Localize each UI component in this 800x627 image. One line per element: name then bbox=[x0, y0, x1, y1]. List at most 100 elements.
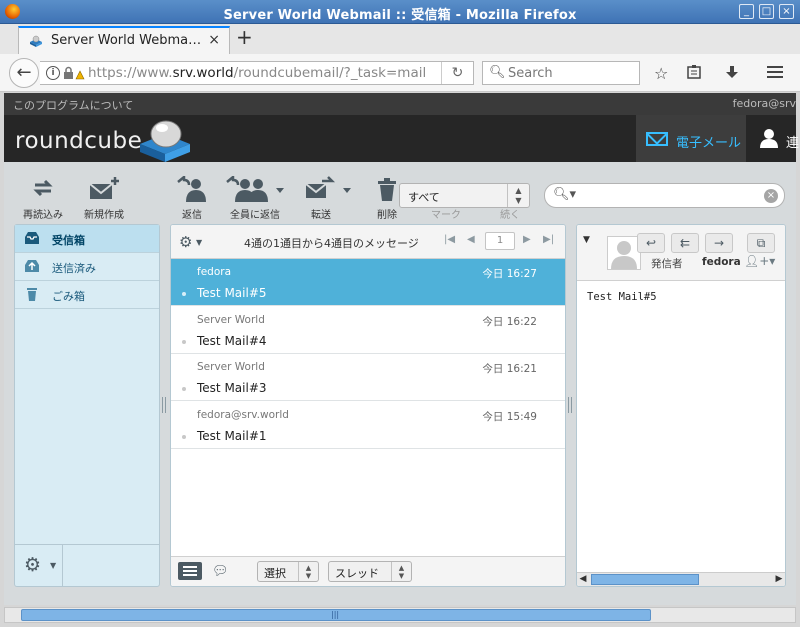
reply-icon[interactable]: ↩ bbox=[637, 233, 665, 253]
reply-button[interactable]: 返信 bbox=[172, 174, 212, 221]
search-icon: 🔍︎ bbox=[489, 65, 506, 80]
scroll-grip-icon: ||| bbox=[331, 610, 340, 619]
close-icon[interactable]: × bbox=[779, 4, 794, 19]
scroll-right-icon[interactable]: ▶ bbox=[773, 573, 785, 586]
folder-sent[interactable]: 送信済み bbox=[15, 253, 159, 281]
back-button[interactable]: ← bbox=[9, 58, 39, 88]
reading-list-icon[interactable] bbox=[686, 64, 702, 84]
delete-button[interactable]: 削除 bbox=[372, 176, 402, 221]
person-icon bbox=[760, 129, 778, 148]
message-row[interactable]: fedora 今日 16:27 Test Mail#5 bbox=[171, 259, 565, 306]
read-status-icon[interactable] bbox=[182, 292, 186, 296]
mail-search-input[interactable]: 🔍︎▾ × bbox=[544, 183, 785, 208]
folder-trash[interactable]: ごみ箱 bbox=[15, 281, 159, 309]
page-number-input[interactable]: 1 bbox=[485, 232, 515, 250]
thread-menu[interactable]: スレッド ▲ ▼ bbox=[328, 561, 412, 582]
preview-body: Test Mail#5 bbox=[587, 291, 657, 303]
message-subject: Test Mail#1 bbox=[197, 429, 267, 443]
list-view-icon[interactable] bbox=[178, 562, 202, 580]
folder-list: 受信箱 送信済み ごみ箱 ⚙ ▼ bbox=[14, 224, 160, 587]
message-row[interactable]: Server World 今日 16:22 Test Mail#4 bbox=[171, 307, 565, 354]
browser-tab[interactable]: Server World Webma… × bbox=[18, 26, 230, 54]
message-row[interactable]: fedora@srv.world 今日 15:49 Test Mail#1 bbox=[171, 402, 565, 449]
forward-icon[interactable]: → bbox=[705, 233, 733, 253]
previous-page-icon[interactable]: ◀ bbox=[467, 234, 475, 245]
reply-all-icon[interactable]: ⇇ bbox=[671, 233, 699, 253]
nav-contacts-tab[interactable]: 連 bbox=[752, 115, 799, 162]
chevron-down-icon[interactable]: ▼ bbox=[50, 561, 56, 570]
scroll-thumb[interactable] bbox=[591, 574, 699, 585]
reload-mail-button[interactable]: 再読込み bbox=[22, 176, 64, 221]
new-tab-button[interactable]: + bbox=[236, 25, 253, 49]
reply-all-button[interactable]: 全員に返信 bbox=[224, 174, 286, 221]
select-label: 選択 bbox=[264, 567, 286, 580]
nav-mail-tab[interactable]: 電子メール bbox=[636, 115, 746, 162]
window-hscrollbar[interactable]: ||| bbox=[4, 607, 796, 623]
mark-label: マーク bbox=[431, 210, 461, 221]
message-date: 今日 16:22 bbox=[482, 316, 537, 328]
maximize-icon[interactable]: □ bbox=[759, 4, 774, 19]
filter-value: すべて bbox=[408, 191, 440, 204]
insecure-lock-icon[interactable] bbox=[63, 66, 85, 80]
forward-icon bbox=[300, 176, 356, 204]
roundcube-logo-icon bbox=[140, 120, 190, 162]
roundcube-favicon-icon bbox=[30, 35, 42, 47]
collapse-header-icon[interactable]: ▼ bbox=[583, 235, 590, 245]
folder-inbox[interactable]: 受信箱 bbox=[15, 225, 159, 253]
reply-label: 返信 bbox=[182, 210, 202, 221]
message-date: 今日 16:21 bbox=[482, 363, 537, 375]
url-path: /roundcubemail/?_task=mail bbox=[233, 65, 427, 81]
logo-text: roundcube bbox=[15, 128, 143, 154]
last-page-icon[interactable]: ▶| bbox=[543, 234, 554, 245]
updown-arrows-icon: ▲ ▼ bbox=[507, 184, 529, 207]
nav-mail-label: 電子メール bbox=[676, 136, 742, 151]
roundcube-topline: このプログラムについて fedora@srv bbox=[4, 93, 796, 115]
folder-splitter[interactable] bbox=[162, 397, 166, 413]
open-window-icon[interactable]: ⧉ bbox=[747, 233, 775, 253]
read-status-icon[interactable] bbox=[182, 387, 186, 391]
url-bar[interactable]: i https://www.srv.world/roundcubemail/?_… bbox=[40, 61, 474, 85]
tab-close-icon[interactable]: × bbox=[208, 32, 220, 48]
preview-hscrollbar[interactable]: ◀ ▶ bbox=[577, 572, 785, 586]
search-options-icon[interactable]: 🔍︎▾ bbox=[553, 187, 576, 202]
browser-search-bar[interactable]: 🔍︎ Search bbox=[482, 61, 640, 85]
message-subject: Test Mail#4 bbox=[197, 334, 267, 348]
updown-arrows-icon: ▲ ▼ bbox=[391, 562, 411, 581]
select-menu[interactable]: 選択 ▲ ▼ bbox=[257, 561, 319, 582]
read-status-icon[interactable] bbox=[182, 435, 186, 439]
threads-icon[interactable]: 💬︎ bbox=[212, 564, 229, 579]
downloads-icon[interactable] bbox=[724, 64, 740, 84]
forward-label: 転送 bbox=[311, 210, 331, 221]
scroll-left-icon[interactable]: ◀ bbox=[577, 573, 589, 586]
compose-button[interactable]: 新規作成 bbox=[82, 176, 126, 221]
preview-splitter[interactable] bbox=[568, 397, 572, 413]
bookmark-star-icon[interactable]: ☆ bbox=[654, 64, 668, 83]
folder-sent-label: 送信済み bbox=[52, 262, 96, 275]
tab-strip: Server World Webma… × + bbox=[0, 24, 800, 54]
minimize-icon[interactable]: _ bbox=[739, 4, 754, 19]
read-status-icon[interactable] bbox=[182, 340, 186, 344]
forward-button[interactable]: 転送 bbox=[300, 176, 356, 221]
search-placeholder: Search bbox=[508, 66, 553, 81]
chevron-down-icon[interactable]: ▼ bbox=[196, 238, 202, 247]
add-contact-icon[interactable]: 👤︎+▾ bbox=[744, 254, 775, 268]
about-link[interactable]: このプログラムについて bbox=[13, 97, 133, 113]
message-row[interactable]: Server World 今日 16:21 Test Mail#3 bbox=[171, 354, 565, 401]
next-page-icon[interactable]: ▶ bbox=[523, 234, 531, 245]
message-list-header: ⚙ ▼ 4通の1通目から4通目のメッセージ |◀ ◀ 1 ▶ ▶| bbox=[171, 225, 565, 259]
preview-from[interactable]: fedora bbox=[702, 256, 741, 268]
roundcube-header: roundcube 電子メール 連 bbox=[4, 115, 799, 162]
avatar bbox=[607, 236, 641, 270]
gear-icon[interactable]: ⚙ bbox=[24, 554, 41, 576]
inbox-icon bbox=[25, 232, 39, 244]
url-text[interactable]: https://www.srv.world/roundcubemail/?_ta… bbox=[88, 65, 426, 81]
reload-icon[interactable]: ↻ bbox=[441, 62, 473, 84]
info-icon[interactable]: i bbox=[46, 66, 60, 80]
menu-hamburger-icon[interactable] bbox=[766, 64, 784, 84]
first-page-icon[interactable]: |◀ bbox=[444, 234, 455, 245]
reply-all-label: 全員に返信 bbox=[230, 210, 280, 221]
filter-select[interactable]: すべて ▲ ▼ bbox=[399, 183, 530, 208]
clear-search-icon[interactable]: × bbox=[764, 189, 778, 203]
list-options-gear-icon[interactable]: ⚙ bbox=[179, 233, 192, 251]
divider bbox=[62, 545, 63, 586]
